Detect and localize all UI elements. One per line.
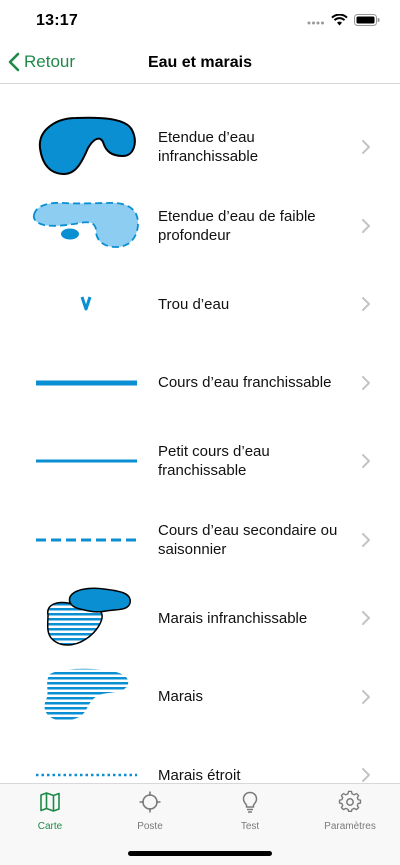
gear-icon [338, 790, 362, 812]
tab-poste[interactable]: Poste [100, 790, 200, 832]
list-item-marsh[interactable]: Marais [0, 658, 400, 737]
item-label: Marais [158, 688, 204, 706]
status-time: 13:17 [36, 12, 78, 29]
item-label: Cours d’eau franchissable [158, 374, 332, 392]
tab-label: Test [240, 821, 260, 832]
shallow-water-symbol [32, 201, 139, 248]
battery-icon [354, 14, 380, 26]
tab-test[interactable]: Test [200, 790, 300, 832]
marsh-symbol [44, 668, 129, 721]
water-hole-symbol [80, 296, 92, 311]
chevron-right-icon [362, 689, 370, 704]
crosshair-icon [139, 791, 161, 813]
list-item-shallow-water[interactable]: Etendue d’eau de faible profondeur [0, 187, 400, 266]
list-item-small-stream[interactable]: Petit cours d’eau franchissable [0, 422, 400, 501]
navigation-bar: Retour Eau et marais [0, 44, 400, 84]
page-title: Eau et marais [147, 54, 253, 71]
item-label: Marais étroit [158, 766, 241, 783]
chevron-right-icon [362, 297, 370, 312]
item-label: Etendue d’eau de faible profondeur [158, 207, 316, 244]
chevron-right-icon [362, 140, 370, 155]
narrow-marsh-symbol [36, 774, 137, 777]
signal-icon [307, 21, 324, 25]
tab-label: Paramètres [324, 821, 376, 832]
list-item-water-hole[interactable]: Trou d’eau [0, 265, 400, 344]
item-label: Cours d’eau secondaire ou saisonnier [158, 521, 338, 558]
item-label: Trou d’eau [158, 295, 230, 313]
wifi-icon [331, 14, 348, 26]
tab-carte[interactable]: Carte [0, 790, 100, 832]
home-indicator [128, 851, 272, 856]
seasonal-stream-symbol [36, 538, 137, 542]
tab-label: Poste [137, 821, 163, 832]
list-item-impassable-marsh[interactable]: Marais infranchissable [0, 579, 400, 658]
list-item-deep-water[interactable]: Etendue d’eau infranchissable [0, 108, 400, 187]
status-bar: 13:17 [0, 0, 400, 44]
chevron-right-icon [362, 454, 370, 469]
stream-thick-symbol [36, 380, 137, 386]
chevron-right-icon [362, 375, 370, 390]
item-label: Marais infranchissable [158, 609, 308, 627]
impassable-marsh-symbol [46, 587, 131, 646]
tab-parametres[interactable]: Paramètres [300, 790, 400, 832]
chevron-right-icon [362, 768, 370, 783]
list-item-narrow-marsh[interactable]: Marais étroit [0, 736, 400, 783]
list-item-seasonal-stream[interactable]: Cours d’eau secondaire ou saisonnier [0, 501, 400, 580]
tab-label: Carte [37, 821, 63, 832]
deep-water-symbol [38, 116, 136, 176]
list-item-stream[interactable]: Cours d’eau franchissable [0, 344, 400, 423]
chevron-right-icon [362, 218, 370, 233]
item-label: Etendue d’eau infranchissable [158, 129, 259, 166]
map-icon [40, 792, 60, 812]
status-icons [307, 14, 380, 26]
chevron-right-icon [362, 532, 370, 547]
lightbulb-icon [242, 791, 258, 813]
stream-thin-symbol [36, 459, 137, 463]
item-label: Petit cours d’eau franchissable [158, 443, 270, 480]
symbol-list: Etendue d’eau infranchissable Etendue d’… [0, 85, 400, 783]
chevron-right-icon [362, 611, 370, 626]
